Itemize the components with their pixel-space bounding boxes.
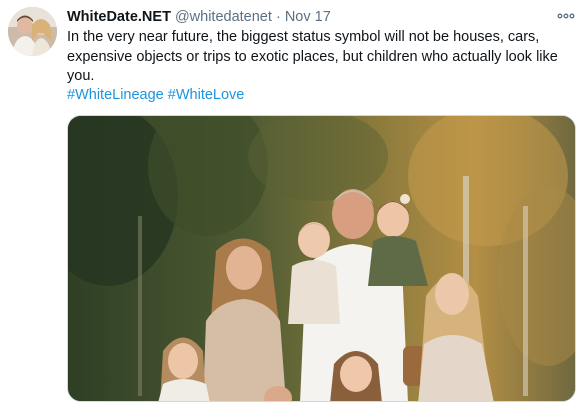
- family-photo: [68, 116, 575, 401]
- more-options-button[interactable]: [556, 8, 576, 24]
- hashtag-white-lineage[interactable]: #WhiteLineage: [67, 87, 164, 103]
- tweet-text: In the very near future, the biggest sta…: [67, 28, 577, 87]
- avatar[interactable]: [8, 7, 57, 56]
- timestamp[interactable]: Nov 17: [285, 9, 331, 25]
- tweet-text-content: In the very near future, the biggest sta…: [67, 29, 558, 84]
- hashtag-white-love[interactable]: #WhiteLove: [168, 87, 245, 103]
- avatar-photo: [8, 7, 57, 56]
- tweet-media-photo[interactable]: [67, 115, 576, 402]
- separator-dot: ·: [275, 9, 281, 25]
- more-horizontal-icon: [557, 13, 575, 19]
- tweet-card[interactable]: WhiteDate.NET @whitedatenet · Nov 17 In …: [0, 0, 587, 409]
- hashtag-row: #WhiteLineage #WhiteLove: [67, 86, 244, 106]
- user-handle[interactable]: @whitedatenet: [175, 9, 272, 25]
- tweet-header: WhiteDate.NET @whitedatenet · Nov 17: [67, 8, 331, 27]
- display-name[interactable]: WhiteDate.NET: [67, 9, 171, 25]
